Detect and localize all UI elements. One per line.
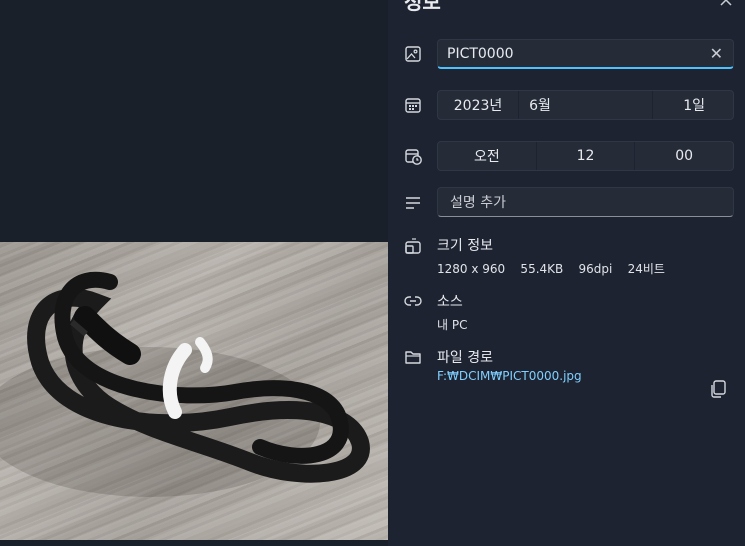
file-name-value: PICT0000 [447, 45, 514, 62]
description-input[interactable]: 설명 추가 [437, 187, 734, 217]
folder-icon [404, 348, 422, 366]
image-icon [404, 45, 422, 63]
panel-title: 정보 [404, 0, 441, 14]
photo-image[interactable] [0, 242, 388, 540]
chevron-up-icon[interactable] [718, 0, 734, 10]
photo-viewer [0, 0, 388, 546]
file-name-input[interactable]: PICT0000 ✕ [437, 39, 734, 69]
link-icon [404, 292, 422, 310]
resize-icon [404, 237, 422, 255]
clear-icon[interactable]: ✕ [710, 44, 723, 63]
month-selector[interactable]: 6월 [519, 91, 653, 119]
minute-selector[interactable]: 00 [635, 142, 733, 170]
calendar-clock-icon [404, 147, 422, 165]
source-value: 내 PC [437, 318, 468, 332]
size-info-value: 1280 x 960 55.4KB 96dpi 24비트 [437, 262, 665, 276]
ampm-selector[interactable]: 오전 [438, 142, 537, 170]
text-lines-icon [404, 194, 422, 212]
calendar-icon [404, 96, 422, 114]
date-picker[interactable]: 2023년 6월 1일 [437, 90, 734, 120]
year-selector[interactable]: 2023년 [438, 91, 520, 119]
copy-icon[interactable] [708, 379, 728, 399]
hour-selector[interactable]: 12 [537, 142, 636, 170]
file-path-title: 파일 경로 [437, 350, 493, 366]
file-path-link[interactable]: F:₩DCIM₩PICT0000.jpg [437, 369, 582, 383]
info-panel: 정보 PICT0000 ✕ 2023년 6월 1일 오전 12 00 설명 추가… [388, 0, 745, 546]
cable-plug [74, 306, 141, 365]
source-title: 소스 [437, 294, 463, 310]
size-info-title: 크기 정보 [437, 238, 493, 254]
time-picker[interactable]: 오전 12 00 [437, 141, 734, 171]
day-selector[interactable]: 1일 [653, 91, 733, 119]
